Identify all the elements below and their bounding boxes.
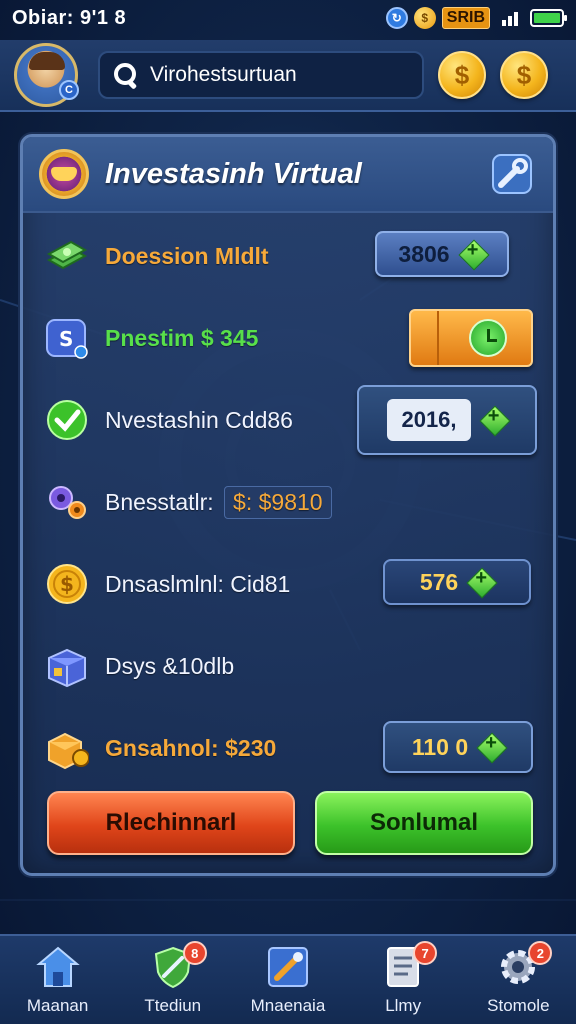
nav-item-settings[interactable]: 2 Stomole bbox=[468, 937, 568, 1023]
battery-fill bbox=[534, 13, 560, 23]
row-value-box[interactable]: 110 0 bbox=[383, 721, 533, 773]
top-header: C Virohestsurtuan $ $ bbox=[0, 40, 576, 112]
row-label: Dsys &10dlb bbox=[105, 652, 235, 679]
search-icon bbox=[112, 61, 140, 89]
row-value: 3806 bbox=[398, 240, 450, 267]
svg-text:$: $ bbox=[60, 572, 74, 596]
row-label: Nvestashin Cdd86 bbox=[105, 406, 293, 433]
row-label: Doession Mldlt bbox=[105, 242, 269, 269]
nav-item-tools[interactable]: Mnaenaia bbox=[238, 937, 338, 1023]
investment-row[interactable]: $ Dnsaslmlnl: Cid81 576 bbox=[23, 543, 553, 625]
nav-label: Mnaenaia bbox=[250, 996, 326, 1015]
investment-row[interactable]: S Pnestim $ 345 bbox=[23, 297, 553, 379]
gold-coin-icon: $ bbox=[47, 564, 87, 604]
treasure-emblem-icon bbox=[39, 149, 89, 199]
nav-label: Llmy bbox=[385, 996, 422, 1015]
coin-bank-button[interactable]: $ bbox=[500, 51, 548, 99]
row-amount-tag: $: $9810 bbox=[224, 485, 332, 519]
row-value: 110 0 bbox=[411, 733, 469, 760]
nav-item-home[interactable]: Maanan bbox=[8, 937, 108, 1023]
coin-shop-button[interactable]: $ bbox=[438, 51, 486, 99]
nav-item-list[interactable]: 7 Llmy bbox=[353, 937, 453, 1023]
emblem-inner bbox=[51, 167, 77, 181]
gears-icon bbox=[49, 486, 86, 519]
dollar-coin-icon: $ bbox=[454, 59, 470, 90]
search-input[interactable]: Virohestsurtuan bbox=[98, 51, 424, 99]
action-buttons: Rlechinnarl Sonlumal bbox=[47, 791, 533, 857]
row-label: Bnesstatlr: $: $9810 bbox=[105, 485, 332, 519]
investment-rows: Doession Mldlt 3806 S Pnestim $ 345 bbox=[23, 215, 553, 789]
investment-row[interactable]: Gnsahnol: $230 110 0 bbox=[23, 707, 553, 789]
nav-label: Stomole bbox=[487, 996, 550, 1015]
green-gem-icon bbox=[481, 405, 507, 433]
investment-row[interactable]: Nvestashin Cdd86 2016, bbox=[23, 379, 553, 461]
row-value-box[interactable]: 3806 bbox=[375, 231, 509, 277]
signal-icon bbox=[502, 10, 518, 26]
search-text: Virohestsurtuan bbox=[150, 63, 297, 86]
row-value-box[interactable]: 2016, bbox=[357, 385, 537, 455]
status-indicator-text: SRIB bbox=[441, 7, 490, 29]
status-time: Obiar: 9'1 8 bbox=[12, 6, 127, 29]
green-gem-icon bbox=[468, 567, 494, 595]
crate-icon bbox=[48, 648, 86, 688]
stats-badge-icon: S bbox=[46, 319, 88, 359]
panel-title: Investasinh Virtual bbox=[105, 157, 362, 190]
row-value: 2016, bbox=[387, 399, 471, 441]
notification-badge: 8 bbox=[182, 941, 207, 965]
dollar-coin-icon: $ bbox=[516, 59, 532, 90]
notification-badge: 2 bbox=[528, 941, 553, 965]
coin-status-icon: $ bbox=[413, 7, 436, 29]
avatar-level-badge-icon: C bbox=[59, 80, 79, 100]
nav-label: Maanan bbox=[26, 996, 89, 1015]
row-label: Dnsaslmlnl: Cid81 bbox=[105, 570, 291, 597]
green-gem-icon bbox=[478, 732, 504, 760]
treasure-box-icon bbox=[48, 732, 89, 770]
nav-item-battle[interactable]: 8 Ttediun bbox=[123, 937, 223, 1023]
player-avatar[interactable]: C bbox=[14, 43, 79, 107]
timer-collect-button[interactable] bbox=[409, 309, 533, 367]
clock-icon bbox=[469, 319, 507, 357]
row-label: Pnestim $ 345 bbox=[105, 324, 259, 351]
row-value: 576 bbox=[419, 568, 459, 595]
status-bar: Obiar: 9'1 8 ↻ $ SRIB bbox=[0, 0, 576, 36]
investment-panel: Investasinh Virtual Doession Mldlt 3806 bbox=[20, 134, 556, 876]
avatar-hair bbox=[29, 52, 65, 70]
row-label-text: Bnesstatlr: bbox=[105, 488, 214, 515]
primary-action-button[interactable]: Rlechinnarl bbox=[47, 791, 295, 855]
status-indicators: ↻ $ SRIB bbox=[385, 7, 567, 29]
network-icon: ↻ bbox=[385, 7, 408, 29]
secondary-action-button[interactable]: Sonlumal bbox=[315, 791, 533, 855]
row-label: Gnsahnol: $230 bbox=[105, 734, 277, 761]
green-gem-icon bbox=[460, 239, 486, 267]
battery-icon bbox=[530, 9, 567, 27]
investment-row[interactable]: Doession Mldlt 3806 bbox=[23, 215, 553, 297]
panel-title-bar: Investasinh Virtual bbox=[23, 137, 553, 213]
row-value-box[interactable]: 576 bbox=[383, 559, 531, 605]
money-stack-icon bbox=[46, 240, 88, 270]
nav-label: Ttediun bbox=[144, 996, 202, 1015]
investment-row[interactable]: Bnesstatlr: $: $9810 bbox=[23, 461, 553, 543]
bottom-navigation: Maanan 8 Ttediun Mnaenaia 7 Llmy 2 Stomo… bbox=[0, 934, 576, 1024]
check-circle-icon bbox=[47, 400, 87, 440]
tools-icon bbox=[267, 947, 308, 987]
investment-row[interactable]: Dsys &10dlb bbox=[23, 625, 553, 707]
svg-text:S: S bbox=[59, 327, 73, 351]
notification-badge: 7 bbox=[413, 941, 438, 965]
wrench-icon[interactable] bbox=[491, 153, 533, 195]
home-icon bbox=[35, 946, 80, 987]
